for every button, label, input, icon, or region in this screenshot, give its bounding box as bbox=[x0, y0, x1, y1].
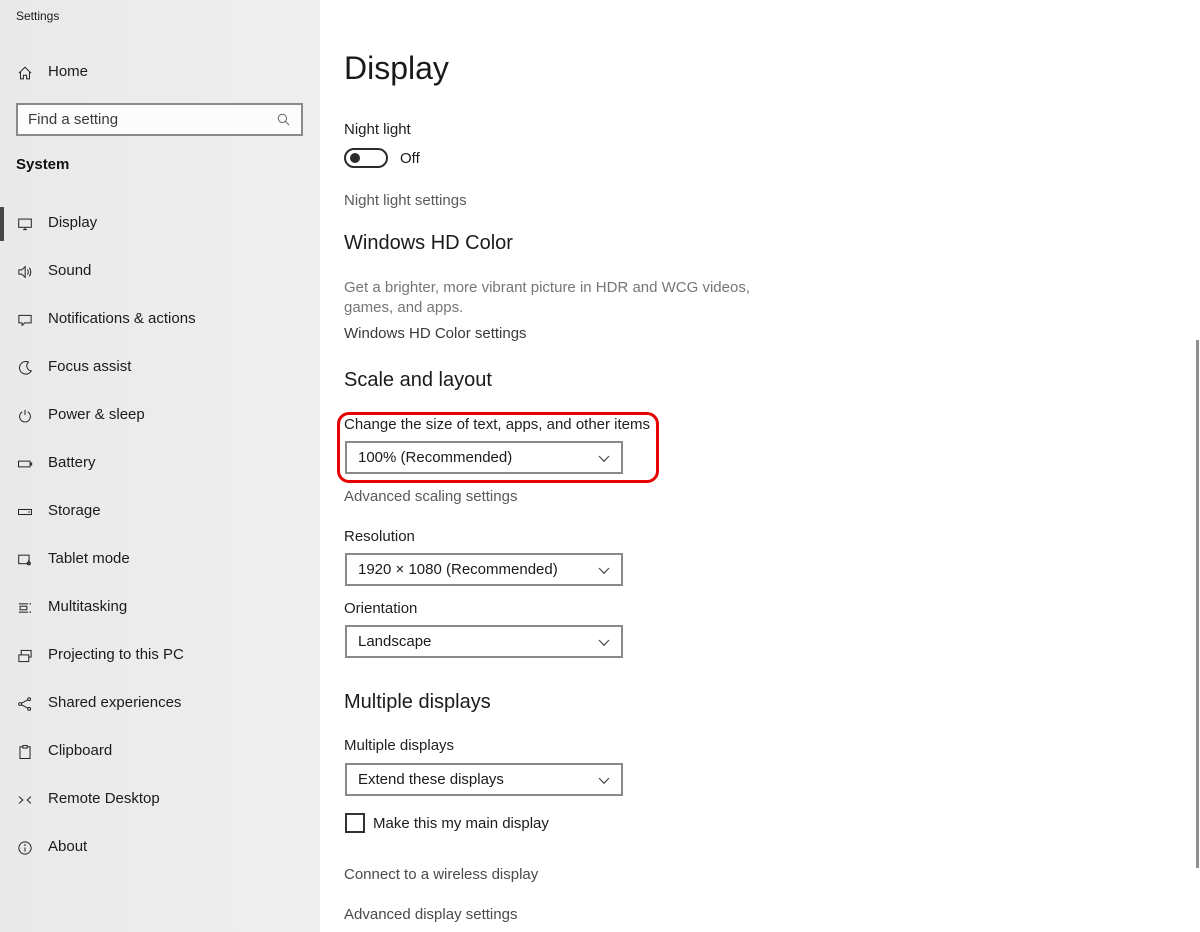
hd-color-heading: Windows HD Color bbox=[344, 232, 513, 255]
sidebar-item-label: Display bbox=[48, 214, 97, 231]
home-icon bbox=[16, 64, 34, 82]
sidebar-item-about[interactable]: About bbox=[0, 828, 320, 868]
sidebar-item-label: Storage bbox=[48, 502, 101, 519]
selected-accent-bar bbox=[0, 207, 4, 241]
sidebar-item-label: Remote Desktop bbox=[48, 790, 160, 807]
sidebar-item-remote-desktop[interactable]: Remote Desktop bbox=[0, 780, 320, 820]
app-title: Settings bbox=[16, 9, 59, 23]
sidebar-section-header: System bbox=[16, 156, 69, 173]
sidebar-item-shared-experiences[interactable]: Shared experiences bbox=[0, 684, 320, 724]
multiple-displays-heading: Multiple displays bbox=[344, 691, 491, 714]
night-light-toggle[interactable] bbox=[344, 148, 388, 168]
chevron-down-icon bbox=[598, 567, 610, 575]
sidebar-item-label: Tablet mode bbox=[48, 550, 130, 567]
sidebar-item-projecting[interactable]: Projecting to this PC bbox=[0, 636, 320, 676]
sidebar-item-label: Shared experiences bbox=[48, 694, 181, 711]
night-light-toggle-state: Off bbox=[400, 150, 420, 167]
sidebar-item-label: Multitasking bbox=[48, 598, 127, 615]
sidebar-item-label: Clipboard bbox=[48, 742, 112, 759]
sidebar-item-notifications[interactable]: Notifications & actions bbox=[0, 300, 320, 340]
sidebar-item-label: Home bbox=[48, 63, 88, 80]
orientation-dropdown[interactable]: Landscape bbox=[345, 625, 623, 658]
sidebar-item-focus-assist[interactable]: Focus assist bbox=[0, 348, 320, 388]
tablet-mode-icon bbox=[16, 551, 34, 569]
multiple-displays-dropdown[interactable]: Extend these displays bbox=[345, 763, 623, 796]
search-input[interactable] bbox=[28, 105, 273, 134]
multiple-displays-label: Multiple displays bbox=[344, 737, 454, 754]
sidebar-item-label: Notifications & actions bbox=[48, 310, 196, 327]
hd-color-description: Get a brighter, more vibrant picture in … bbox=[344, 278, 756, 318]
sound-icon bbox=[16, 263, 34, 281]
orientation-label: Orientation bbox=[344, 600, 417, 617]
resolution-label: Resolution bbox=[344, 528, 415, 545]
multitasking-icon bbox=[16, 599, 34, 617]
scale-layout-heading: Scale and layout bbox=[344, 369, 492, 392]
sidebar-item-label: About bbox=[48, 838, 87, 855]
night-light-label: Night light bbox=[344, 121, 411, 138]
dropdown-value: Landscape bbox=[358, 633, 431, 650]
sidebar-item-multitasking[interactable]: Multitasking bbox=[0, 588, 320, 628]
sidebar-item-label: Battery bbox=[48, 454, 96, 471]
night-light-settings-link[interactable]: Night light settings bbox=[344, 192, 467, 209]
hd-color-settings-link[interactable]: Windows HD Color settings bbox=[344, 325, 527, 342]
focus-assist-icon bbox=[16, 359, 34, 377]
dropdown-value: 1920 × 1080 (Recommended) bbox=[358, 561, 558, 578]
sidebar-item-home[interactable]: Home bbox=[0, 55, 320, 91]
sidebar-item-power-sleep[interactable]: Power & sleep bbox=[0, 396, 320, 436]
notifications-icon bbox=[16, 311, 34, 329]
dropdown-value: Extend these displays bbox=[358, 771, 504, 788]
search-box bbox=[16, 103, 303, 136]
sidebar-item-label: Projecting to this PC bbox=[48, 646, 184, 663]
chevron-down-icon bbox=[598, 777, 610, 785]
sidebar-item-sound[interactable]: Sound bbox=[0, 252, 320, 292]
sidebar-item-display[interactable]: Display bbox=[0, 204, 320, 244]
sidebar-item-clipboard[interactable]: Clipboard bbox=[0, 732, 320, 772]
dropdown-value: 100% (Recommended) bbox=[358, 449, 512, 466]
page-title: Display bbox=[344, 50, 449, 87]
storage-icon bbox=[16, 503, 34, 521]
projecting-icon bbox=[16, 647, 34, 665]
sidebar-item-storage[interactable]: Storage bbox=[0, 492, 320, 532]
toggle-knob bbox=[350, 153, 360, 163]
scale-dropdown-label: Change the size of text, apps, and other… bbox=[344, 416, 650, 433]
sidebar-item-label: Focus assist bbox=[48, 358, 131, 375]
display-icon bbox=[16, 215, 34, 233]
battery-icon bbox=[16, 455, 34, 473]
chevron-down-icon bbox=[598, 639, 610, 647]
remote-desktop-icon bbox=[16, 791, 34, 809]
scale-dropdown[interactable]: 100% (Recommended) bbox=[345, 441, 623, 474]
main-display-checkbox[interactable] bbox=[345, 813, 365, 833]
sidebar-item-battery[interactable]: Battery bbox=[0, 444, 320, 484]
main-display-checkbox-label: Make this my main display bbox=[373, 815, 549, 832]
main-content: Display Night light Off Night light sett… bbox=[320, 0, 1200, 932]
sidebar-item-label: Sound bbox=[48, 262, 91, 279]
sidebar-item-tablet-mode[interactable]: Tablet mode bbox=[0, 540, 320, 580]
shared-experiences-icon bbox=[16, 695, 34, 713]
clipboard-icon bbox=[16, 743, 34, 761]
power-icon bbox=[16, 407, 34, 425]
sidebar-item-label: Power & sleep bbox=[48, 406, 145, 423]
sidebar: Settings Home System Display bbox=[0, 0, 320, 932]
settings-window: Settings Home System Display bbox=[0, 0, 1200, 932]
chevron-down-icon bbox=[598, 455, 610, 463]
search-icon[interactable] bbox=[275, 111, 293, 129]
wireless-display-link[interactable]: Connect to a wireless display bbox=[344, 866, 538, 883]
about-icon bbox=[16, 839, 34, 857]
scrollbar-thumb[interactable] bbox=[1196, 340, 1199, 868]
advanced-display-settings-link[interactable]: Advanced display settings bbox=[344, 906, 517, 923]
resolution-dropdown[interactable]: 1920 × 1080 (Recommended) bbox=[345, 553, 623, 586]
advanced-scaling-link[interactable]: Advanced scaling settings bbox=[344, 488, 517, 505]
